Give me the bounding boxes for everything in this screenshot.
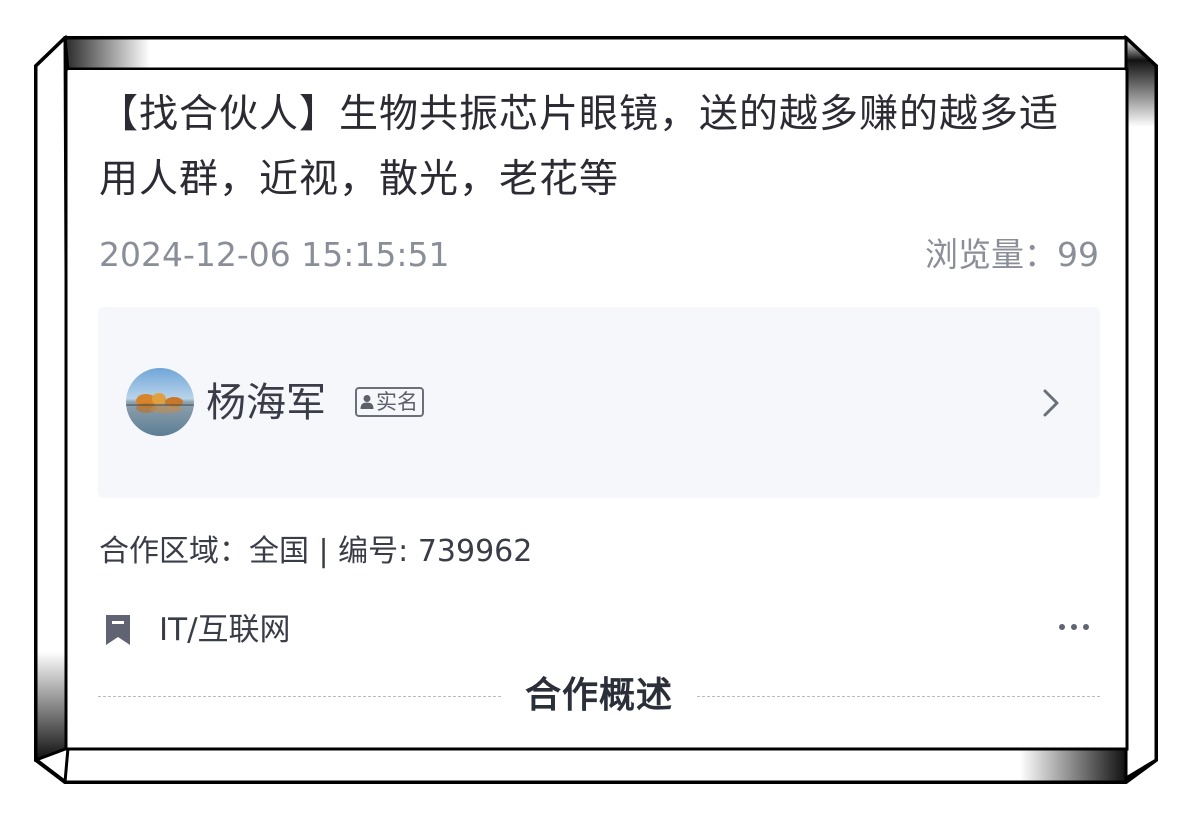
chevron-right-icon[interactable] [1040,385,1062,421]
verified-label: 实名 [376,390,418,414]
post-title: 【找合伙人】生物共振芯片眼镜，送的越多赚的越多适用人群，近视，散光，老花等 [99,92,1060,202]
post-detail-card: 【找合伙人】生物共振芯片眼镜，送的越多赚的越多适用人群，近视，散光，老花等 20… [68,70,1125,747]
category-label: IT/互联网 [159,612,291,648]
divider-right [697,696,1100,697]
more-dots-icon[interactable] [1058,618,1090,636]
region-and-id: 合作区域：全国 | 编号: 739962 [99,534,533,569]
section-header: 合作概述 [98,668,1100,728]
bookmark-icon [106,615,130,645]
author-name[interactable]: 杨海军 [206,379,326,427]
post-date: 2024-12-06 15:15:51 [99,235,450,274]
view-count: 浏览量：99 [925,235,1099,274]
category-row: IT/互联网 [104,610,291,650]
avatar[interactable] [126,368,194,436]
avatar-landscape-image [126,368,194,436]
author-card[interactable]: 杨海军 实名 [98,307,1100,498]
verified-badge: 实名 [355,387,424,417]
person-icon [360,395,374,409]
